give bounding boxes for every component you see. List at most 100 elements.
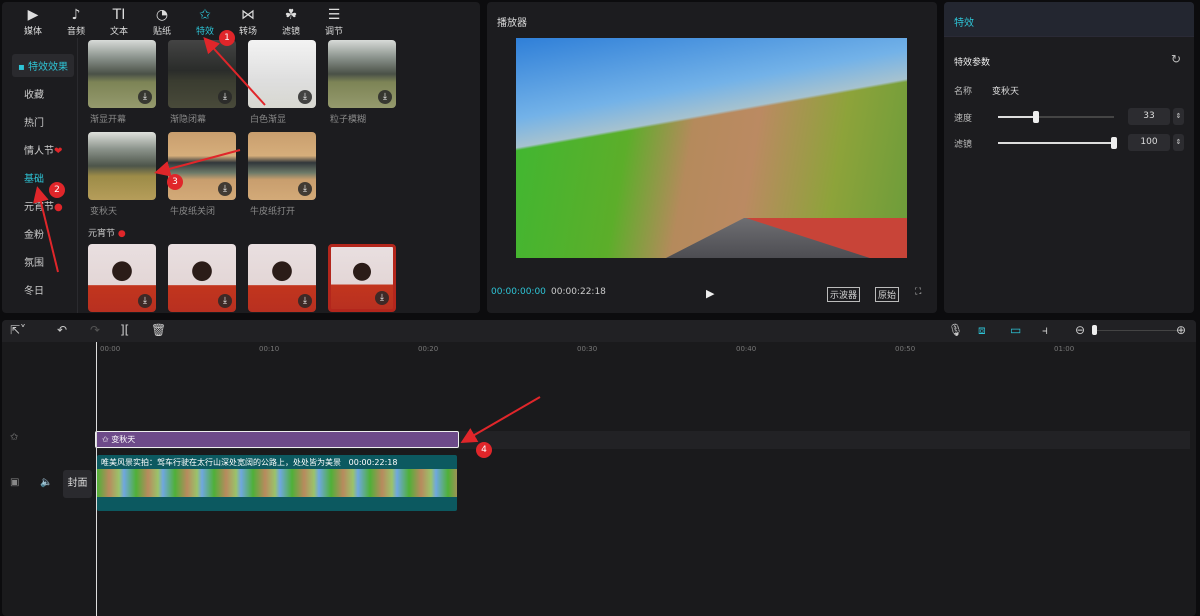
sidebar-item-hot[interactable]: 热门 xyxy=(24,114,44,129)
video-clip[interactable]: 唯美风景实拍：驾车行驶在太行山深处宽阔的公路上，处处皆为美景 00:00:22:… xyxy=(97,455,457,511)
zoom-slider[interactable] xyxy=(1092,325,1180,335)
slider-knob[interactable] xyxy=(1111,137,1117,149)
tab-adjust[interactable]: ☰ 调节 xyxy=(313,2,355,38)
download-icon[interactable]: ⤓ xyxy=(298,294,312,308)
slider-knob[interactable] xyxy=(1033,111,1040,123)
tab-label: 音频 xyxy=(66,27,85,37)
name-label: 名称 xyxy=(954,87,973,97)
tab-text[interactable]: TI 文本 xyxy=(98,2,140,38)
zoom-knob[interactable] xyxy=(1092,325,1097,335)
sticker-icon: ◔ xyxy=(155,7,169,23)
speed-stepper[interactable]: ⇕ xyxy=(1173,108,1184,125)
effect-thumb-fade-out[interactable]: ⤓ xyxy=(168,40,236,108)
download-icon[interactable]: ⤓ xyxy=(298,182,312,196)
timeline-toolbar: ⇱˅ ↶ ↷ ][ 🗑 🎙 ⧈ ▭ ⫞ ⊖ ⊕ xyxy=(2,320,1196,342)
effect-label: 白色渐显 xyxy=(250,115,287,125)
tab-label: 贴纸 xyxy=(152,27,171,37)
preview-axis-icon[interactable]: ⫞ xyxy=(1042,323,1048,338)
clip-title: 唯美风景实拍：驾车行驶在太行山深处宽阔的公路上，处处皆为美景 xyxy=(101,458,341,467)
transition-icon: ⋈ xyxy=(241,7,255,23)
tab-stickers[interactable]: ◔ 贴纸 xyxy=(141,2,183,38)
sidebar-item-ambience[interactable]: 氛围 xyxy=(24,254,44,269)
sidebar-item-favorites[interactable]: 收藏 xyxy=(24,86,44,101)
reset-icon[interactable]: ↻ xyxy=(1171,52,1181,66)
effect-thumb-paper-open[interactable]: ⤓ xyxy=(248,132,316,200)
audio-icon: ♪ xyxy=(71,7,81,23)
playhead[interactable] xyxy=(96,342,97,616)
speed-slider[interactable] xyxy=(998,111,1114,123)
effect-properties-panel: 特效 特效参数 ↻ 名称 变秋天 速度 33 ⇕ 滤镜 100 ⇕ xyxy=(944,2,1194,313)
filter-label: 滤镜 xyxy=(954,140,973,150)
download-icon[interactable]: ⤓ xyxy=(138,90,152,104)
sidebar-item-valentine[interactable]: 情人节❤ xyxy=(24,142,62,157)
sidebar-item-basic[interactable]: 基础 xyxy=(24,170,44,185)
zoom-in-icon[interactable]: ⊕ xyxy=(1176,323,1186,337)
tick-label: 00:50 xyxy=(895,345,916,353)
tab-label: 文本 xyxy=(109,27,128,37)
ratio-button[interactable]: 原始 xyxy=(875,287,900,302)
scope-button[interactable]: 示波器 xyxy=(827,287,861,302)
player-panel: 播放器 00:00:00:00 00:00:22:18 ▶ 示波器 原始 ⛶ xyxy=(487,2,937,313)
slider-fill xyxy=(998,142,1114,144)
label: 情人节 xyxy=(24,146,54,157)
category-tabs: ▶ 媒体 ♪ 音频 TI 文本 ◔ 贴纸 ✩ 特效 ⋈ 转场 ☘ 滤镜 ☰ 调节 xyxy=(2,2,480,38)
sidebar-item-gold[interactable]: 金粉 xyxy=(24,226,44,241)
filter-slider[interactable] xyxy=(998,137,1117,149)
annotation-badge: 4 xyxy=(476,442,492,458)
total-time: 00:00:22:18 xyxy=(551,287,606,297)
fullscreen-icon[interactable]: ⛶ xyxy=(915,287,921,297)
download-icon[interactable]: ⤓ xyxy=(218,182,232,196)
sidebar-item-effects[interactable]: ▪ 特效效果 xyxy=(12,54,74,77)
effect-thumb-paper-close[interactable]: ⤓ xyxy=(168,132,236,200)
effect-thumb-fade-in[interactable]: ⤓ xyxy=(88,40,156,108)
effect-thumb-white-fade[interactable]: ⤓ xyxy=(248,40,316,108)
sidebar-item-winter[interactable]: 冬日 xyxy=(24,282,44,297)
download-icon[interactable]: ⤓ xyxy=(218,294,232,308)
section-label: 元宵节 ● xyxy=(88,226,126,239)
effect-label: 渐隐闭幕 xyxy=(170,115,207,125)
download-icon[interactable]: ⤓ xyxy=(375,291,389,305)
download-icon[interactable]: ⤓ xyxy=(218,90,232,104)
effect-thumb-particle-blur[interactable]: ⤓ xyxy=(328,40,396,108)
mute-icon[interactable]: 🔈 xyxy=(40,477,52,488)
split-icon[interactable]: ][ xyxy=(120,323,129,337)
speed-input[interactable]: 33 xyxy=(1128,108,1170,125)
cover-button[interactable]: 封面 xyxy=(63,470,92,498)
filter-stepper[interactable]: ⇕ xyxy=(1173,134,1184,151)
dot-icon: ● xyxy=(115,229,126,239)
delete-icon[interactable]: 🗑 xyxy=(151,323,166,337)
speed-label: 速度 xyxy=(954,114,973,124)
effect-thumb-autumn[interactable] xyxy=(88,132,156,200)
tab-filters[interactable]: ☘ 滤镜 xyxy=(270,2,312,38)
clip-thumbnails xyxy=(97,469,457,497)
annotation-badge: 3 xyxy=(167,174,183,190)
filter-input[interactable]: 100 xyxy=(1128,134,1170,151)
download-icon[interactable]: ⤓ xyxy=(298,90,312,104)
main-track-magnet-icon[interactable]: ⧈ xyxy=(978,323,986,338)
effect-thumb-lantern-3[interactable]: ⤓ xyxy=(248,244,316,312)
label: 元宵节 xyxy=(24,202,54,213)
microphone-icon[interactable]: 🎙 xyxy=(948,323,963,337)
redo-icon[interactable]: ↷ xyxy=(90,323,100,337)
effect-clip[interactable]: ✩ 变秋天 xyxy=(95,431,459,448)
sidebar-item-lantern[interactable]: 元宵节● xyxy=(24,198,63,213)
tab-audio[interactable]: ♪ 音频 xyxy=(55,2,97,38)
name-value: 变秋天 xyxy=(992,87,1020,97)
tab-media[interactable]: ▶ 媒体 xyxy=(12,2,54,38)
download-icon[interactable]: ⤓ xyxy=(378,90,392,104)
video-preview[interactable] xyxy=(516,38,907,258)
download-icon[interactable]: ⤓ xyxy=(138,294,152,308)
select-tool-icon[interactable]: ⇱˅ xyxy=(10,323,26,337)
effect-thumb-lantern-2[interactable]: ⤓ xyxy=(168,244,236,312)
current-time: 00:00:00:00 xyxy=(491,287,546,297)
auto-snap-icon[interactable]: ▭ xyxy=(1010,323,1021,337)
effect-thumb-lantern-4[interactable]: ⤓ xyxy=(328,244,396,312)
heart-icon: ❤ xyxy=(54,146,63,157)
zoom-out-icon[interactable]: ⊖ xyxy=(1075,323,1085,337)
effect-thumb-lantern-1[interactable]: ⤓ xyxy=(88,244,156,312)
play-icon[interactable]: ▶ xyxy=(706,287,714,300)
dot-icon: ● xyxy=(54,202,63,213)
sliders-icon: ☰ xyxy=(327,7,341,23)
undo-icon[interactable]: ↶ xyxy=(57,323,67,337)
tab-label: 滤镜 xyxy=(281,27,300,37)
